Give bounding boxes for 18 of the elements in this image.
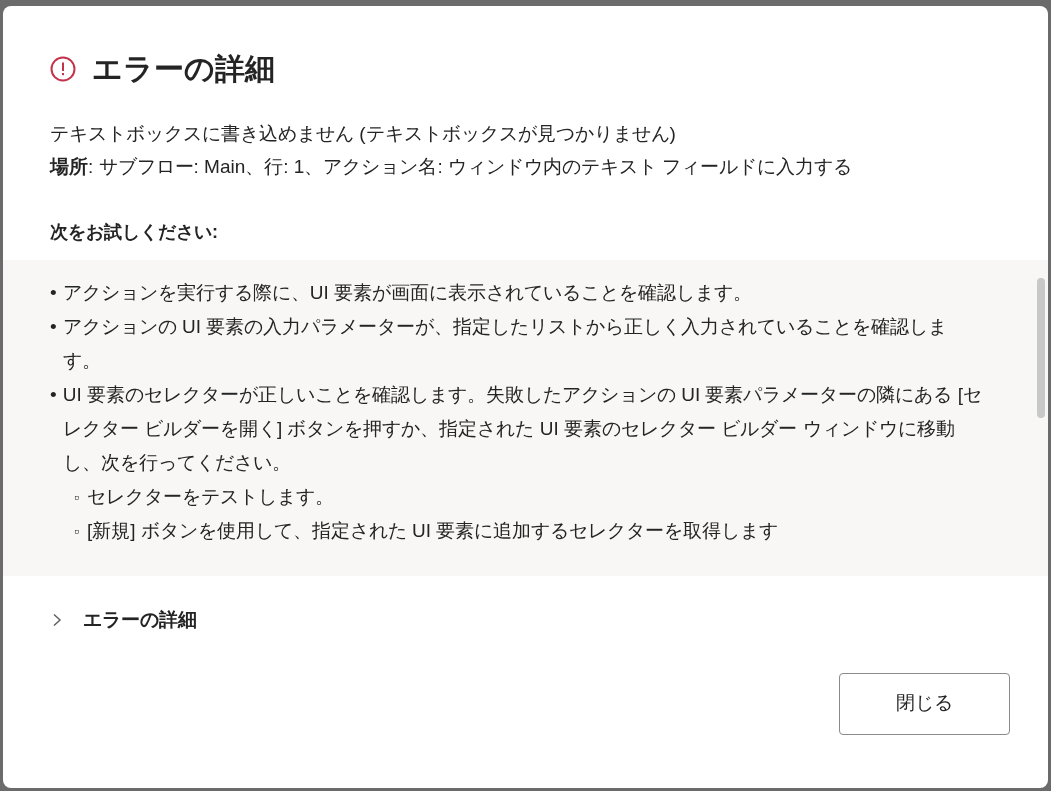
error-location: 場所: サブフロー: Main、行: 1、アクション名: ウィンドウ内のテキスト フィールドに入力する xyxy=(48,155,854,179)
suggestion-text: アクションの UI 要素の入力パラメーターが、指定したリストから正しく入力されていることを確認します。 xyxy=(62,315,949,373)
list-marker: • xyxy=(50,315,57,339)
list-marker: ▫ xyxy=(74,522,79,541)
dialog-title: エラーの詳細 xyxy=(92,51,275,87)
suggestion-text: [新規] ボタンを使用して、指定された UI 要素に追加するセレクターを取得します xyxy=(86,519,779,543)
list-marker: • xyxy=(50,383,57,407)
chevron-icon xyxy=(51,613,63,628)
suggestion-text: UI 要素のセレクターが正しいことを確認します。失敗したアクションの UI 要素パラメーターの隣にある [セレクター ビルダーを開く] ボタンを押すか、指定された UI 要素のセレクター ビルダー ウィンドウに移動し、次を行ってください。 xyxy=(62,383,984,475)
suggestion-text: アクションを実行する際に、UI 要素が画面に表示されていることを確認します。 xyxy=(62,281,752,305)
suggestions-heading: 次をお試しください: xyxy=(49,221,219,244)
close-button[interactable]: 閉じる xyxy=(839,672,1010,735)
error-icon xyxy=(50,55,76,82)
list-marker: • xyxy=(50,281,57,305)
list-marker: ▫ xyxy=(74,488,79,507)
error-message: テキストボックスに書き込めません (テキストボックスが見つかりません) xyxy=(49,122,677,146)
details-expander[interactable]: エラーの詳細 xyxy=(51,606,197,635)
suggestion-text: セレクターをテストします。 xyxy=(86,485,334,509)
